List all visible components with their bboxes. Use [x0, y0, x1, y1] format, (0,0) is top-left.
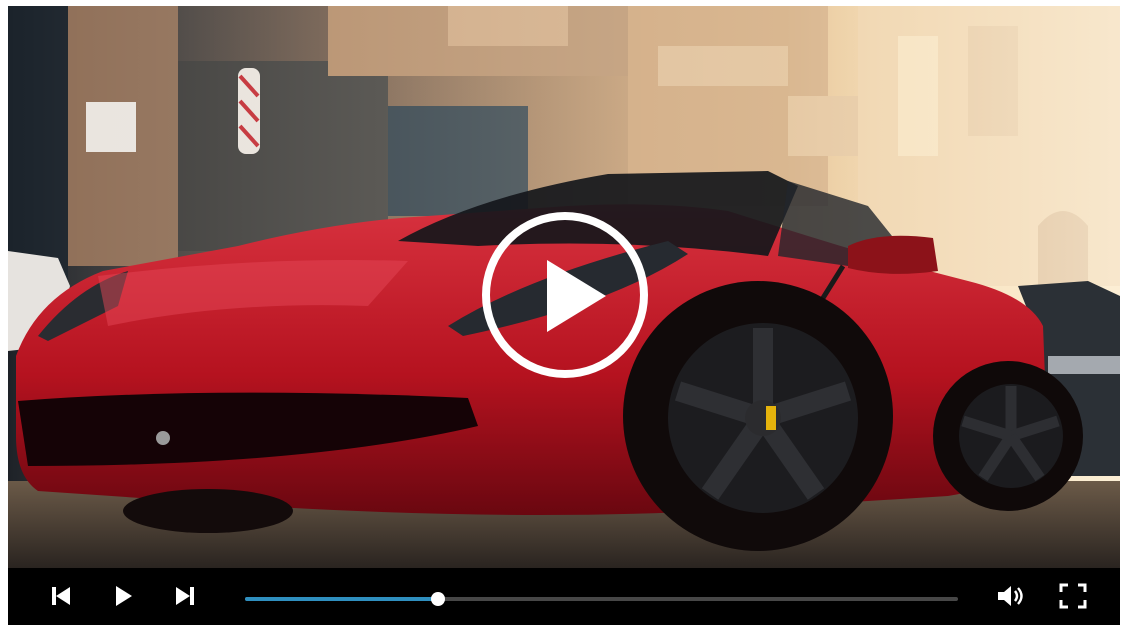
previous-button[interactable] [44, 581, 78, 611]
video-player [8, 6, 1120, 625]
control-bar [8, 568, 1120, 625]
skip-next-icon [176, 587, 194, 605]
play-icon [547, 260, 606, 332]
volume-icon [998, 586, 1023, 606]
progress-bar[interactable] [245, 592, 958, 606]
big-play-button[interactable] [482, 212, 648, 378]
fullscreen-button[interactable] [1056, 581, 1090, 611]
next-button[interactable] [168, 581, 202, 611]
play-icon [116, 586, 132, 606]
progress-thumb[interactable] [430, 592, 445, 606]
play-button[interactable] [106, 581, 140, 611]
skip-previous-icon [52, 587, 70, 605]
fullscreen-icon [1059, 583, 1087, 609]
volume-button[interactable] [994, 581, 1028, 611]
video-frame[interactable] [8, 6, 1120, 568]
progress-fill [245, 597, 438, 601]
